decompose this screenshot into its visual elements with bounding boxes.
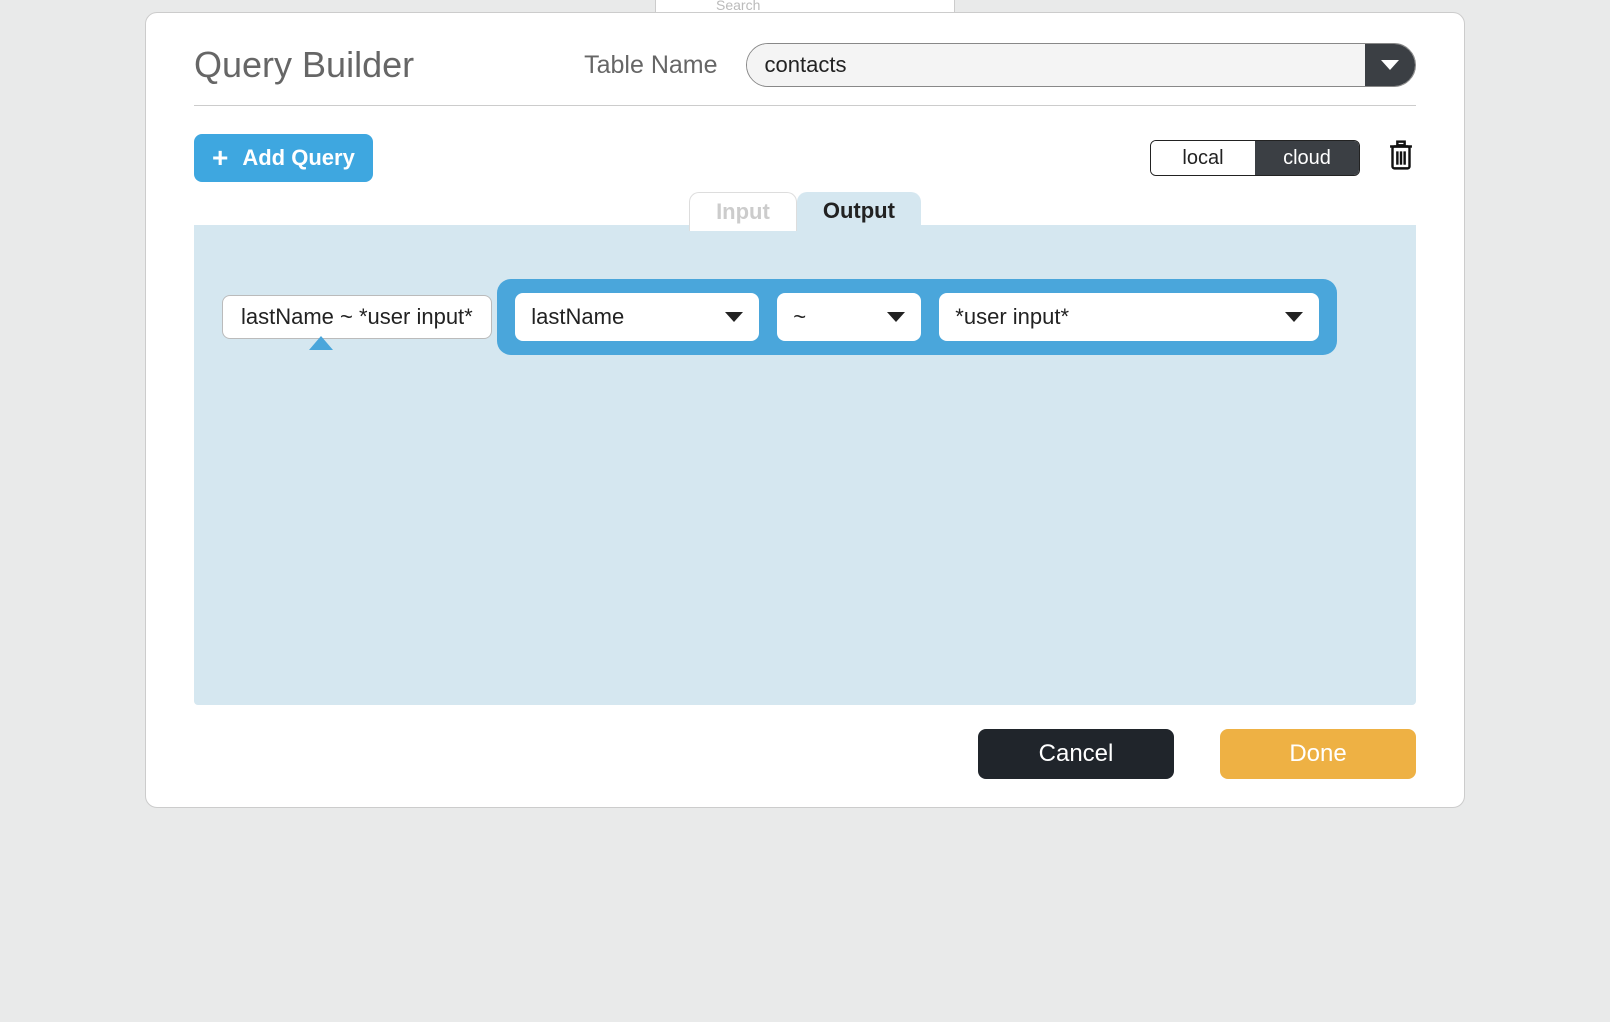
- query-summary-chip[interactable]: lastName ~ *user input*: [222, 295, 492, 339]
- tab-input[interactable]: Input: [689, 192, 797, 231]
- scope-segmented-control: local cloud: [1150, 140, 1360, 176]
- delete-button[interactable]: [1386, 138, 1416, 178]
- trash-icon: [1386, 138, 1416, 172]
- table-name-label: Table Name: [584, 51, 717, 80]
- condition-operator-select[interactable]: ~: [777, 293, 921, 341]
- toolbar: + Add Query local cloud: [194, 134, 1416, 182]
- scope-local-button[interactable]: local: [1151, 141, 1255, 175]
- done-button[interactable]: Done: [1220, 729, 1416, 779]
- tab-output[interactable]: Output: [797, 192, 921, 231]
- table-name-select[interactable]: contacts: [746, 43, 1416, 87]
- condition-value-select[interactable]: *user input*: [939, 293, 1319, 341]
- query-condition-row: lastName ~ *user input*: [497, 279, 1337, 355]
- condition-field-value: lastName: [531, 304, 624, 330]
- scope-cloud-button[interactable]: cloud: [1255, 141, 1359, 175]
- condition-field-select[interactable]: lastName: [515, 293, 759, 341]
- table-name-value: contacts: [747, 44, 1365, 86]
- add-query-label: Add Query: [242, 145, 354, 171]
- add-query-button[interactable]: + Add Query: [194, 134, 373, 182]
- table-name-dropdown-button[interactable]: [1365, 44, 1415, 86]
- chevron-down-icon: [1381, 60, 1399, 70]
- chevron-down-icon: [1285, 312, 1303, 322]
- query-canvas: lastName ~ *user input* lastName ~ *user…: [194, 225, 1416, 705]
- chevron-down-icon: [725, 312, 743, 322]
- io-tabs: Input Output: [194, 186, 1416, 225]
- dialog-footer: Cancel Done: [194, 729, 1416, 779]
- condition-value-text: *user input*: [955, 304, 1069, 330]
- cancel-button[interactable]: Cancel: [978, 729, 1174, 779]
- plus-icon: +: [212, 144, 228, 172]
- dialog-header: Query Builder Table Name contacts: [194, 43, 1416, 106]
- query-builder-dialog: Query Builder Table Name contacts + Add …: [145, 12, 1465, 808]
- condition-operator-value: ~: [793, 304, 806, 330]
- chevron-down-icon: [887, 312, 905, 322]
- dialog-title: Query Builder: [194, 44, 414, 86]
